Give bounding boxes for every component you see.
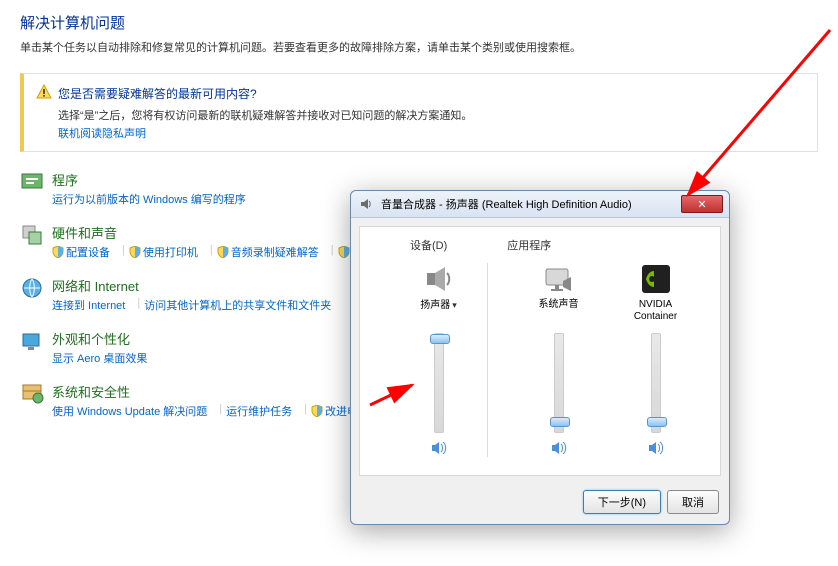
volume-mixer-dialog: 音量合成器 - 扬声器 (Realtek High Definition Aud… — [350, 190, 730, 525]
link-separator: | — [137, 297, 140, 313]
shield-icon — [52, 246, 64, 258]
notice-banner: 您是否需要疑难解答的最新可用内容? 选择“是”之后，您将有权访问最新的联机疑难解… — [20, 73, 818, 152]
cancel-button[interactable]: 取消 — [667, 490, 719, 514]
mixer-item: 扬声器▾ — [410, 263, 467, 457]
category-icon — [20, 170, 44, 194]
volume-slider[interactable] — [651, 333, 661, 433]
category-icon — [20, 329, 44, 353]
category-icon — [20, 223, 44, 247]
warning-icon — [36, 84, 52, 103]
link-separator: | — [219, 403, 222, 419]
category-link[interactable]: 配置设备 — [52, 244, 110, 260]
category-link-label: 访问其他计算机上的共享文件和文件夹 — [144, 297, 331, 313]
mute-toggle-icon[interactable] — [647, 439, 665, 457]
next-button[interactable]: 下一步(N) — [583, 490, 661, 514]
category-link[interactable]: 显示 Aero 桌面效果 — [52, 350, 147, 366]
slider-thumb[interactable] — [550, 417, 570, 427]
notice-subtext: 选择“是”之后，您将有权访问最新的联机疑难解答并接收对已知问题的解决方案通知。 — [58, 107, 805, 123]
category-link-label: 使用 Windows Update 解决问题 — [52, 403, 207, 419]
group-apps-header: 应用程序 — [507, 237, 551, 253]
category-link-label: 连接到 Internet — [52, 297, 125, 313]
mixer-item: NVIDIA Container — [627, 263, 684, 457]
category-link-label: 音频录制疑难解答 — [231, 244, 319, 260]
category-link[interactable]: 运行维护任务 — [226, 403, 292, 419]
shield-icon — [311, 405, 323, 417]
dialog-titlebar[interactable]: 音量合成器 - 扬声器 (Realtek High Definition Aud… — [351, 191, 729, 218]
group-divider — [487, 263, 488, 457]
mute-toggle-icon[interactable] — [430, 439, 448, 457]
shield-icon — [217, 246, 229, 258]
mute-toggle-icon[interactable] — [550, 439, 568, 457]
link-separator: | — [304, 403, 307, 419]
page-description: 单击某个任务以自动排除和修复常见的计算机问题。若要查看更多的故障排除方案，请单击… — [20, 39, 818, 55]
nvidia-icon[interactable] — [640, 263, 672, 295]
dialog-title: 音量合成器 - 扬声器 (Realtek High Definition Aud… — [381, 196, 681, 212]
category-link[interactable]: 连接到 Internet — [52, 297, 125, 313]
category-link-label: 配置设备 — [66, 244, 110, 260]
category-icon — [20, 276, 44, 300]
category-title[interactable]: 程序 — [52, 170, 254, 189]
group-device-header: 设备(D) — [410, 237, 447, 253]
mixer-label: 扬声器▾ — [410, 299, 467, 325]
category-title[interactable]: 网络和 Internet — [52, 276, 339, 295]
category-link[interactable]: 使用打印机 — [129, 244, 198, 260]
speaker-icon — [359, 196, 375, 212]
close-icon: ✕ — [697, 198, 706, 211]
link-separator: | — [331, 244, 334, 260]
shield-icon — [338, 246, 350, 258]
notice-question: 您是否需要疑难解答的最新可用内容? — [58, 85, 257, 102]
chevron-down-icon[interactable]: ▾ — [452, 300, 457, 310]
device-speaker-icon[interactable] — [423, 263, 455, 295]
category-title[interactable]: 外观和个性化 — [52, 329, 155, 348]
slider-thumb[interactable] — [430, 334, 450, 344]
category-link[interactable]: 访问其他计算机上的共享文件和文件夹 — [144, 297, 331, 313]
category-link[interactable]: 使用 Windows Update 解决问题 — [52, 403, 207, 419]
category-icon — [20, 382, 44, 406]
category-link[interactable]: 音频录制疑难解答 — [217, 244, 319, 260]
link-separator: | — [210, 244, 213, 260]
category-link-label: 显示 Aero 桌面效果 — [52, 350, 147, 366]
category-link[interactable]: 运行为以前版本的 Windows 编写的程序 — [52, 191, 246, 207]
category-link-label: 运行为以前版本的 Windows 编写的程序 — [52, 191, 246, 207]
close-button[interactable]: ✕ — [681, 195, 723, 213]
mixer-label: 系统声音 — [530, 299, 587, 325]
link-separator: | — [122, 244, 125, 260]
mixer-label: NVIDIA Container — [627, 299, 684, 325]
slider-thumb[interactable] — [647, 417, 667, 427]
volume-slider[interactable] — [434, 333, 444, 433]
volume-slider[interactable] — [554, 333, 564, 433]
shield-icon — [129, 246, 141, 258]
system-sounds-icon[interactable] — [543, 263, 575, 295]
category-link-label: 运行维护任务 — [226, 403, 292, 419]
privacy-link[interactable]: 联机阅读隐私声明 — [58, 128, 146, 140]
category-link-label: 使用打印机 — [143, 244, 198, 260]
mixer-item: 系统声音 — [530, 263, 587, 457]
page-title: 解决计算机问题 — [20, 12, 818, 33]
